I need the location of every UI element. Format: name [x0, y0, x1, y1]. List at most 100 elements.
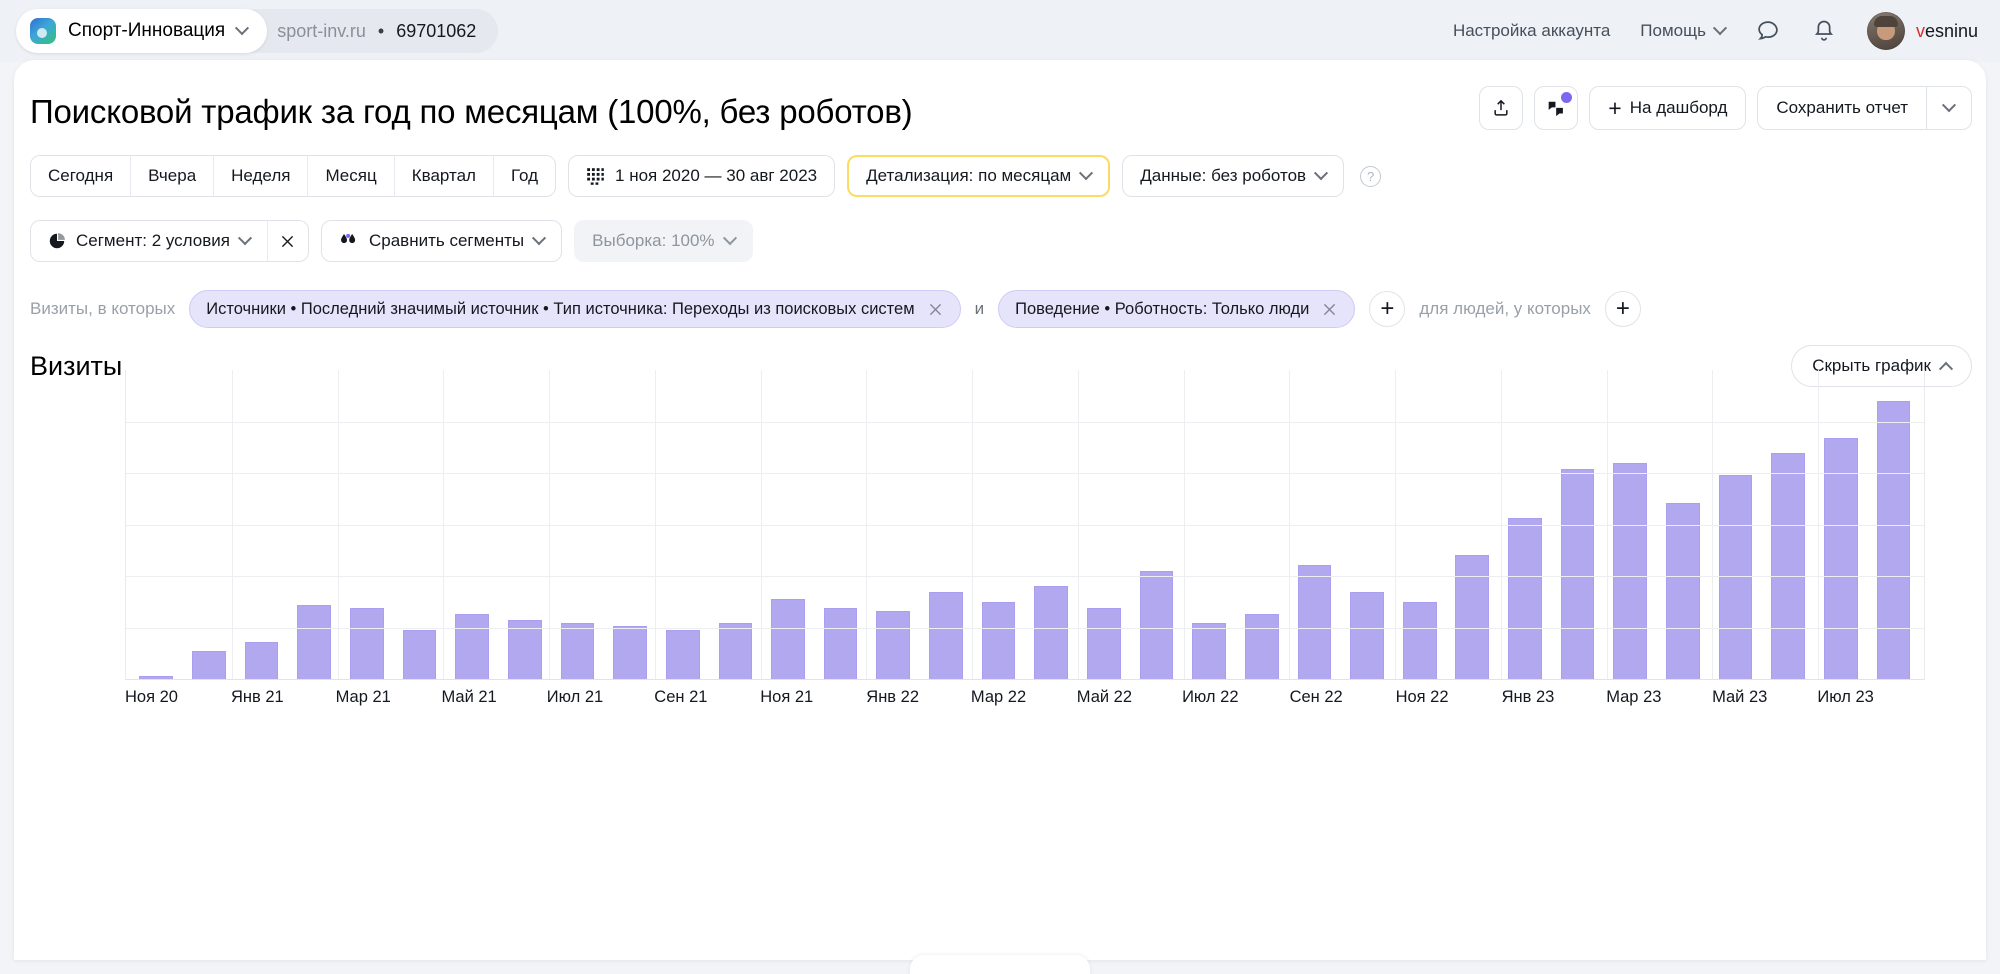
data-filter-button[interactable]: Данные: без роботов — [1122, 155, 1344, 197]
conditions-prefix-label: Визиты, в которых — [30, 299, 175, 319]
grid-line-horizontal — [126, 576, 1924, 577]
chart-bar[interactable] — [1034, 586, 1068, 679]
chart-bar[interactable] — [297, 605, 331, 679]
chart-bar[interactable] — [403, 630, 437, 679]
chart-bar[interactable] — [1140, 571, 1174, 679]
chart-bar[interactable] — [1350, 592, 1384, 679]
date-range-button[interactable]: 1 ноя 2020 — 30 авг 2023 — [568, 155, 835, 197]
close-x-icon[interactable] — [927, 301, 944, 318]
x-axis-tick-label: Янв 21 — [231, 688, 284, 707]
account-selector[interactable]: Спорт-Инновация — [16, 9, 267, 53]
chart-bar[interactable] — [1192, 623, 1226, 679]
chart-bar[interactable] — [771, 599, 805, 679]
chevron-down-icon — [235, 21, 249, 35]
chevron-down-icon — [722, 231, 736, 245]
period-today[interactable]: Сегодня — [31, 156, 131, 196]
grid-line-vertical — [1501, 370, 1502, 679]
chart-bar[interactable] — [455, 614, 489, 679]
condition-chip-robots[interactable]: Поведение • Роботность: Только люди — [998, 290, 1355, 328]
segment-button[interactable]: Сегмент: 2 условия — [30, 220, 267, 262]
chevron-down-icon — [1713, 21, 1727, 35]
chart-bar[interactable] — [350, 608, 384, 679]
save-report-button[interactable]: Сохранить отчет — [1757, 86, 1926, 130]
chart-bar[interactable] — [1666, 503, 1700, 679]
add-people-condition-button[interactable]: + — [1605, 291, 1641, 327]
conditions-conjunction: и — [975, 299, 985, 319]
site-domain: sport-inv.ru — [277, 21, 366, 42]
chart-bar[interactable] — [245, 642, 279, 679]
segment-clear-button[interactable] — [267, 220, 309, 262]
account-name: Спорт-Инновация — [68, 20, 225, 42]
chart-bar[interactable] — [876, 611, 910, 679]
chart-bar[interactable] — [1561, 469, 1595, 679]
grid-line-vertical — [655, 370, 656, 679]
chart-bar[interactable] — [982, 602, 1016, 679]
user-name-rest: esninu — [1925, 21, 1978, 41]
sampling-button[interactable]: Выборка: 100% — [574, 220, 752, 262]
compare-segments-button[interactable]: Сравнить сегменты — [321, 220, 562, 262]
compare-segments-label: Сравнить сегменты — [369, 231, 524, 251]
top-bar-right: Настройка аккаунта Помощь vesninu — [1453, 0, 2000, 62]
grid-line-vertical — [1607, 370, 1608, 679]
period-yesterday[interactable]: Вчера — [131, 156, 214, 196]
export-button[interactable] — [1479, 86, 1523, 130]
chart-bar[interactable] — [1298, 565, 1332, 679]
counter-id: 69701062 — [396, 21, 476, 42]
date-range-label: 1 ноя 2020 — 30 авг 2023 — [615, 166, 817, 186]
page-title: Поисковой трафик за год по месяцам (100%… — [30, 93, 912, 131]
save-report-label: Сохранить отчет — [1776, 98, 1908, 118]
help-label: Помощь — [1640, 21, 1706, 41]
bell-icon[interactable] — [1811, 18, 1837, 44]
chart-bar[interactable] — [508, 620, 542, 679]
chart-bar[interactable] — [1508, 518, 1542, 679]
chevron-down-icon — [238, 231, 252, 245]
question-mark-icon[interactable]: ? — [1360, 166, 1381, 187]
period-week[interactable]: Неделя — [214, 156, 308, 196]
add-to-dashboard-label: На дашборд — [1630, 98, 1728, 118]
segment-row: Сегмент: 2 условия Сравнить сегменты Выб… — [30, 220, 753, 262]
grid-line-vertical — [338, 370, 339, 679]
site-counter-pill[interactable]: sport-inv.ru • 69701062 — [233, 9, 498, 53]
chart-bar[interactable] — [1245, 614, 1279, 679]
grid-line-vertical — [866, 370, 867, 679]
comments-button[interactable] — [1534, 86, 1578, 130]
chart-bar[interactable] — [824, 608, 858, 679]
report-actions: + На дашборд Сохранить отчет — [1479, 86, 1972, 130]
add-visit-condition-button[interactable]: + — [1369, 291, 1405, 327]
chart-bar[interactable] — [1719, 475, 1753, 679]
chart-bar[interactable] — [192, 651, 226, 679]
period-quarter[interactable]: Квартал — [395, 156, 494, 196]
grid-line-vertical — [1712, 370, 1713, 679]
x-axis-tick-label: Июл 21 — [547, 688, 603, 707]
grid-line-vertical — [549, 370, 550, 679]
period-year[interactable]: Год — [494, 156, 555, 196]
help-menu[interactable]: Помощь — [1640, 21, 1725, 41]
chart-bar[interactable] — [613, 626, 647, 679]
account-settings-link[interactable]: Настройка аккаунта — [1453, 21, 1610, 41]
close-x-icon — [279, 233, 296, 250]
chart-bar[interactable] — [1087, 608, 1121, 679]
chart-bar[interactable] — [1613, 463, 1647, 679]
condition-chip-source[interactable]: Источники • Последний значимый источник … — [189, 290, 960, 328]
conditions-row: Визиты, в которых Источники • Последний … — [30, 290, 1641, 328]
chat-bubble-icon[interactable] — [1755, 18, 1781, 44]
chart-bar[interactable] — [1455, 555, 1489, 679]
chevron-up-icon — [1939, 362, 1953, 376]
chart-bar[interactable] — [929, 592, 963, 679]
chart-bar[interactable] — [1877, 401, 1911, 679]
user-menu[interactable]: vesninu — [1867, 12, 1978, 50]
grid-line-vertical — [761, 370, 762, 679]
chart-bar[interactable] — [1771, 453, 1805, 679]
close-x-icon[interactable] — [1321, 301, 1338, 318]
chart-bar[interactable] — [139, 676, 173, 679]
chart-bar[interactable] — [1403, 602, 1437, 679]
detail-level-button[interactable]: Детализация: по месяцам — [847, 155, 1110, 197]
save-report-more-button[interactable] — [1926, 86, 1972, 130]
chart-bar[interactable] — [1824, 438, 1858, 679]
chart-bar[interactable] — [719, 623, 753, 679]
add-to-dashboard-button[interactable]: + На дашборд — [1589, 86, 1746, 130]
period-month[interactable]: Месяц — [308, 156, 394, 196]
grid-line-vertical — [1078, 370, 1079, 679]
chart-bar[interactable] — [666, 630, 700, 679]
chart-bar[interactable] — [561, 623, 595, 679]
